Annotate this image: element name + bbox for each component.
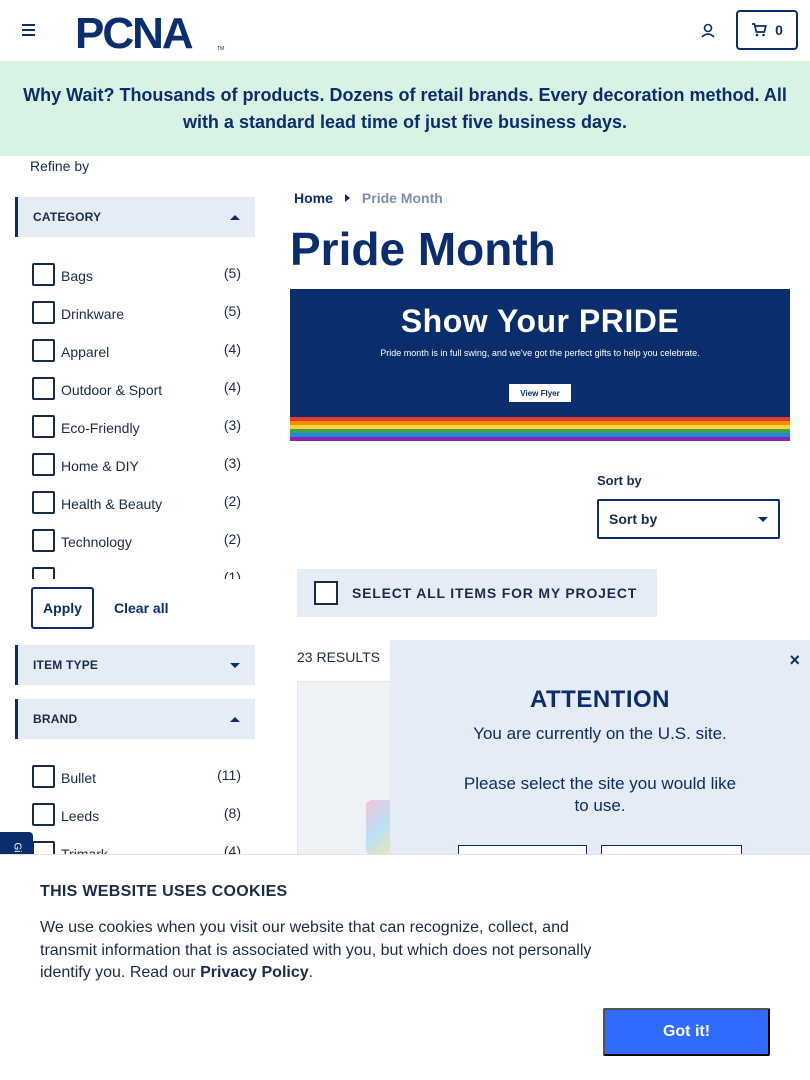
sort-selected-value: Sort by: [609, 511, 658, 527]
attention-message: You are currently on the U.S. site.: [473, 724, 727, 743]
svg-text:TM: TM: [217, 46, 224, 52]
category-facet-header[interactable]: CATEGORY: [15, 197, 255, 237]
pride-promo-image[interactable]: Show Your PRIDE Pride month is in full s…: [290, 289, 790, 441]
cart-button[interactable]: 0: [736, 10, 798, 50]
facet-option[interactable]: Drinkware (5): [30, 297, 245, 335]
close-icon[interactable]: ×: [789, 650, 800, 671]
brand-facet-label: BRAND: [33, 712, 78, 726]
attention-title: ATTENTION: [529, 686, 671, 713]
checkbox[interactable]: [32, 415, 55, 438]
checkbox[interactable]: [32, 453, 55, 476]
checkbox[interactable]: [32, 765, 55, 788]
cookie-banner: THIS WEBSITE USES COOKIES We use cookies…: [0, 854, 810, 1080]
chevron-right-icon: [344, 194, 350, 202]
facet-option[interactable]: Outdoor & Sport (4): [30, 373, 245, 411]
promo-banner: Why Wait? Thousands of products. Dozens …: [0, 61, 810, 156]
caret-up-icon: [230, 716, 240, 722]
apply-button[interactable]: Apply: [31, 587, 94, 629]
caret-down-icon: [230, 662, 240, 668]
rainbow-stripe: [290, 437, 790, 441]
checkbox[interactable]: [32, 339, 55, 362]
checkbox[interactable]: [32, 263, 55, 286]
facet-option[interactable]: Leeds (8): [30, 799, 245, 837]
side-tab-label: Gi: [11, 842, 22, 852]
select-all-checkbox[interactable]: [314, 581, 338, 605]
facet-option[interactable]: Technology (2): [30, 525, 245, 563]
got-it-button[interactable]: Got it!: [603, 1008, 770, 1056]
brand-facet-list: Bullet(11) Leeds(8) Trimark(4): [30, 761, 245, 861]
sort-label: Sort by: [597, 473, 642, 488]
results-count: 23 RESULTS: [297, 649, 380, 665]
checkbox[interactable]: [32, 491, 55, 514]
select-all-label: SELECT ALL ITEMS FOR MY PROJECT: [352, 585, 638, 601]
breadcrumb: Home Pride Month: [294, 190, 443, 206]
facet-option[interactable]: Bullet (11): [30, 761, 245, 799]
category-facet-label: CATEGORY: [33, 210, 102, 224]
cart-icon: [752, 23, 767, 37]
refine-label: Refine by: [30, 158, 90, 174]
breadcrumb-home[interactable]: Home: [294, 190, 333, 206]
promo-subtext: Pride month is in full swing, and we've …: [380, 348, 700, 358]
site-header: PCNA TM 0: [0, 0, 810, 61]
checkbox[interactable]: [32, 377, 55, 400]
page-title: Pride Month: [290, 223, 556, 275]
item-type-facet-header[interactable]: ITEM TYPE: [15, 645, 255, 685]
site-selector-modal: × ATTENTION You are currently on the U.S…: [390, 640, 810, 865]
checkbox[interactable]: [32, 567, 55, 579]
sort-select[interactable]: Sort by: [597, 499, 780, 539]
promo-headline: Show Your PRIDE: [400, 303, 680, 339]
cookie-text: We use cookies when you visit our websit…: [40, 919, 592, 981]
pcna-logo[interactable]: PCNA TM: [75, 9, 225, 58]
checkbox[interactable]: [32, 529, 55, 552]
category-facet-list: Bags (5) Drinkware (5) Apparel (4) Outdoor …: [30, 259, 245, 579]
facet-option[interactable]: Bags (5): [30, 259, 245, 297]
svg-text:PCNA: PCNA: [75, 10, 193, 52]
menu-icon[interactable]: [22, 24, 35, 36]
caret-up-icon: [230, 214, 240, 220]
caret-down-icon: [758, 516, 768, 522]
cart-count: 0: [775, 22, 783, 38]
checkbox[interactable]: [32, 301, 55, 324]
item-type-facet-label: ITEM TYPE: [33, 658, 99, 672]
facet-option[interactable]: Eco-Friendly (3): [30, 411, 245, 449]
rainbow-stripes: [290, 417, 790, 441]
facet-option[interactable]: (1): [30, 563, 245, 579]
banner-text: Why Wait? Thousands of products. Dozens …: [23, 84, 787, 132]
facet-option[interactable]: Health & Beauty (2): [30, 487, 245, 525]
checkbox[interactable]: [32, 803, 55, 826]
facet-option[interactable]: Apparel (4): [30, 335, 245, 373]
account-icon[interactable]: [699, 22, 717, 40]
attention-prompt: Please select the site you would like to…: [463, 774, 737, 815]
view-flyer-button[interactable]: View Flyer: [509, 384, 571, 402]
breadcrumb-current: Pride Month: [361, 190, 443, 206]
clear-all-link[interactable]: Clear all: [114, 600, 168, 616]
facet-option[interactable]: Home & DIY (3): [30, 449, 245, 487]
brand-facet-header[interactable]: BRAND: [15, 699, 255, 739]
select-all-bar[interactable]: SELECT ALL ITEMS FOR MY PROJECT: [297, 569, 657, 617]
privacy-policy-link[interactable]: Privacy Policy: [200, 964, 309, 981]
cookie-title: THIS WEBSITE USES COOKIES: [40, 883, 288, 900]
